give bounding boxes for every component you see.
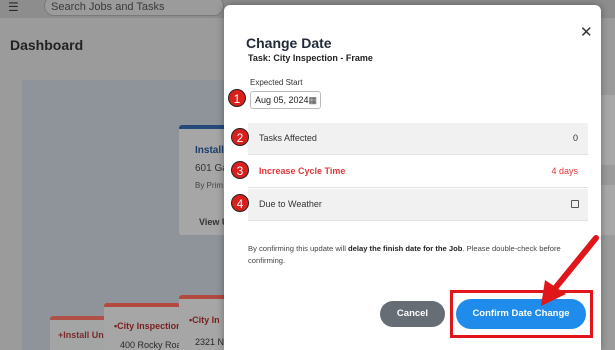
pointer-arrow-icon — [541, 235, 599, 306]
